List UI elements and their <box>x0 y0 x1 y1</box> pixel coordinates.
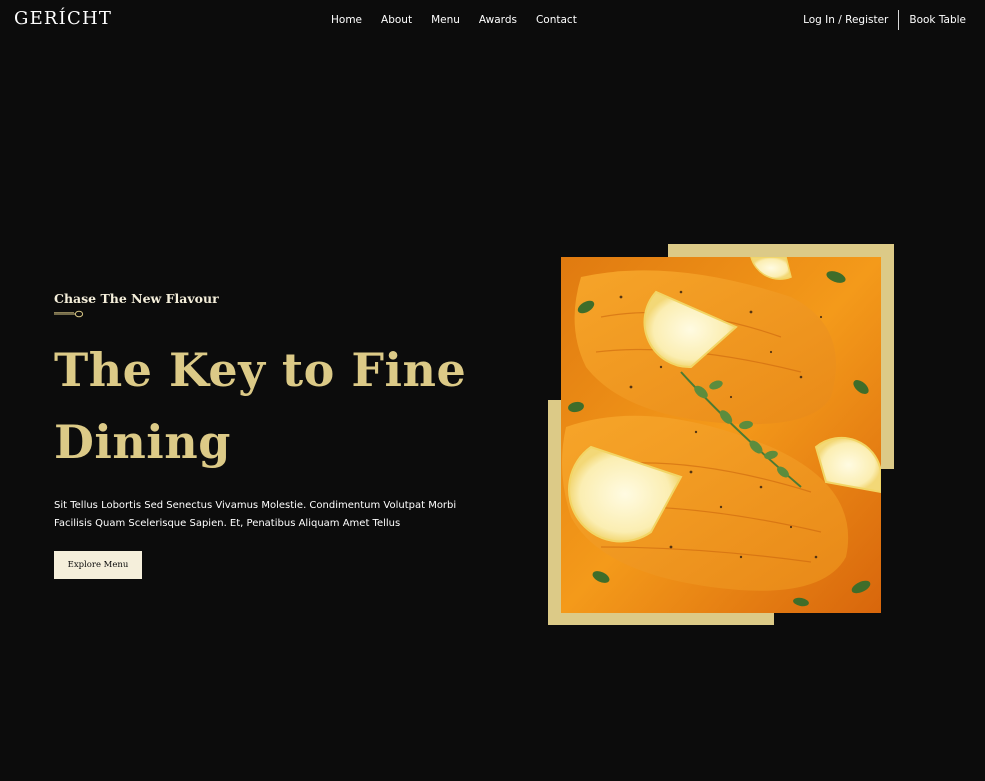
nav-divider <box>898 10 900 30</box>
nav-link-about[interactable]: About <box>381 13 412 27</box>
hero-headline: The Key to Fine Dining <box>54 343 467 469</box>
brand-logo[interactable]: GERÍCHT <box>14 8 112 30</box>
book-table-link[interactable]: Book Table <box>899 13 966 27</box>
hero-description: Sit Tellus Lobortis Sed Senectus Vivamus… <box>54 500 457 529</box>
login-register-link[interactable]: Log In / Register <box>803 13 898 27</box>
nav-link-menu[interactable]: Menu <box>431 13 460 27</box>
nav-link-awards[interactable]: Awards <box>479 13 517 27</box>
nav-link-home[interactable]: Home <box>331 13 362 27</box>
salmon-dish-image <box>561 257 881 613</box>
navbar: GERÍCHT Home About Menu Awards Contact L… <box>0 0 985 40</box>
spoon-icon <box>54 310 84 318</box>
nav-links: Home About Menu Awards Contact <box>331 13 596 27</box>
explore-menu-button[interactable]: Explore Menu <box>54 551 142 579</box>
nav-link-contact[interactable]: Contact <box>536 13 577 27</box>
hero-subtitle: Chase The New Flavour <box>54 291 219 306</box>
nav-account: Log In / Register Book Table <box>803 10 966 30</box>
